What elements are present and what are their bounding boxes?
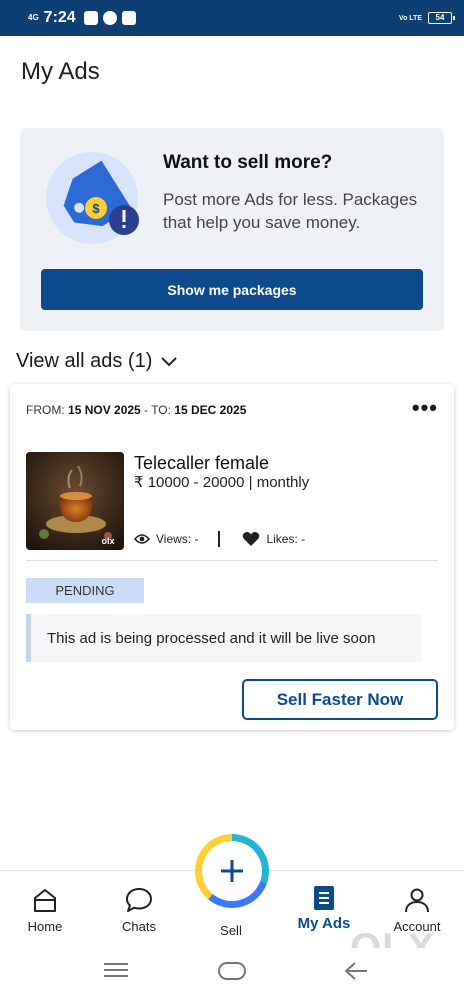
ad-stats: Views: - Likes: -	[134, 531, 305, 547]
divider	[26, 560, 438, 561]
notification-app-icon	[83, 11, 98, 25]
ads-icon	[314, 886, 334, 910]
status-bar: 4G 7:24 Vo LTE 54	[0, 0, 464, 36]
chat-icon	[126, 888, 152, 912]
nav-label-sell: Sell	[220, 923, 242, 938]
account-icon	[405, 888, 429, 913]
status-badge: PENDING	[26, 578, 144, 603]
likes-stat: Likes: -	[242, 531, 305, 547]
nav-item-sell[interactable]: Sell	[196, 917, 266, 938]
view-all-ads-label: View all ads (1)	[16, 350, 153, 372]
thumbnail-watermark: olx	[101, 536, 114, 546]
home-icon	[34, 889, 56, 912]
nav-label-home: Home	[27, 919, 63, 934]
to-date: 15 DEC 2025	[174, 403, 247, 417]
nav-item-chats[interactable]: Chats	[104, 887, 174, 934]
from-date: 15 NOV 2025	[68, 403, 141, 417]
ad-price: ₹ 10000 - 20000 | monthly	[134, 474, 310, 491]
sell-fab-button[interactable]	[195, 834, 269, 908]
battery-icon: 54	[428, 12, 455, 24]
message-notification-icon	[102, 11, 117, 25]
volte-indicator: Vo LTE	[398, 14, 422, 22]
processing-note: This ad is being processed and it will b…	[26, 614, 422, 662]
nav-item-home[interactable]: Home	[10, 887, 80, 934]
system-navigation-bar	[0, 948, 464, 998]
sell-faster-button[interactable]: Sell Faster Now	[242, 679, 438, 720]
home-button-icon[interactable]	[217, 960, 247, 982]
tea-cup-image: olx	[26, 452, 124, 550]
network-indicator: 4G	[28, 13, 39, 22]
promo-description: Post more Ads for less. Packages that he…	[163, 190, 418, 232]
more-options-icon[interactable]: •••	[412, 397, 438, 419]
likes-label: Likes: -	[266, 532, 306, 546]
nav-item-my-ads[interactable]: My Ads	[289, 885, 359, 932]
stats-divider	[218, 531, 221, 547]
chevron-down-icon	[161, 356, 178, 366]
svg-text:$: $	[92, 201, 100, 216]
ad-date-range: FROM: 15 NOV 2025 - TO: 15 DEC 2025	[26, 403, 246, 417]
ad-thumbnail[interactable]: olx	[26, 452, 124, 550]
heart-icon	[243, 532, 260, 546]
show-packages-button[interactable]: Show me packages	[41, 269, 423, 310]
plus-icon	[221, 860, 243, 882]
ad-title[interactable]: Telecaller female	[134, 453, 269, 474]
camera-notification-icon	[121, 11, 136, 25]
sell-fab-inner	[202, 841, 262, 901]
views-label: Views: -	[156, 532, 199, 546]
back-arrow-icon[interactable]	[343, 960, 369, 982]
ad-card[interactable]: FROM: 15 NOV 2025 - TO: 15 DEC 2025 •••	[10, 384, 454, 730]
status-time: 7:24	[43, 9, 76, 26]
from-label: FROM:	[26, 403, 65, 417]
nav-label-chats: Chats	[122, 919, 156, 934]
promo-heading: Want to sell more?	[163, 152, 333, 173]
page-title: My Ads	[21, 58, 100, 85]
views-stat: Views: -	[134, 532, 198, 546]
to-label: - TO:	[144, 403, 171, 417]
view-all-ads-dropdown[interactable]: View all ads (1)	[16, 350, 178, 373]
menu-icon[interactable]	[103, 960, 129, 980]
price-tag-illustration-icon: $	[46, 152, 139, 244]
packages-promo-card: $ Want to sell more? Post more Ads for l…	[20, 128, 444, 331]
eye-icon	[134, 534, 150, 544]
nav-label-my-ads: My Ads	[297, 915, 351, 932]
